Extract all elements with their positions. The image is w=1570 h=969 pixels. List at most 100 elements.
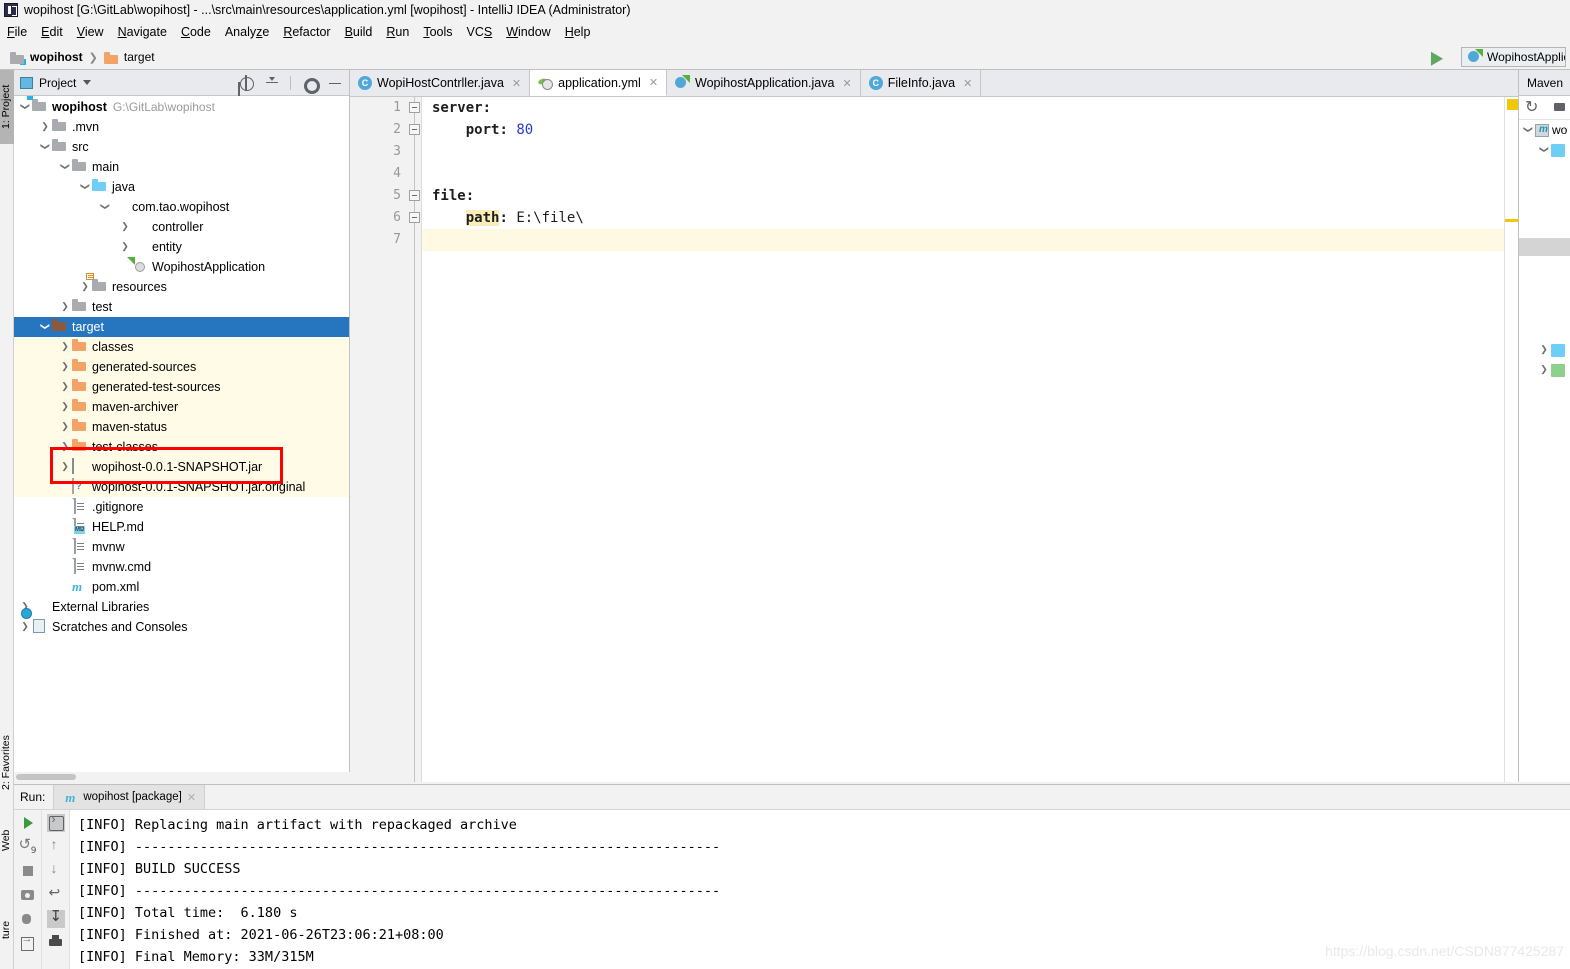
menu-file[interactable]: File bbox=[0, 23, 34, 41]
code-folding-rail[interactable] bbox=[408, 97, 422, 782]
refresh-icon[interactable] bbox=[1525, 97, 1541, 117]
close-icon[interactable]: ✕ bbox=[842, 77, 851, 90]
fold-marker-line-2[interactable] bbox=[409, 124, 420, 135]
chevron-right-icon[interactable] bbox=[58, 442, 72, 452]
tree-row-wopihost-0.0.1-snapshot.jar[interactable]: wopihost-0.0.1-SNAPSHOT.jar bbox=[14, 457, 349, 477]
rerun-failed-icon[interactable] bbox=[19, 835, 37, 856]
tree-row-external-libraries[interactable]: External Libraries bbox=[14, 597, 349, 617]
maven-tree-row[interactable]: wo bbox=[1519, 120, 1570, 140]
chevron-right-icon[interactable] bbox=[118, 242, 132, 252]
gear-icon[interactable] bbox=[301, 75, 320, 94]
close-icon[interactable]: ✕ bbox=[512, 77, 521, 90]
exit-icon[interactable] bbox=[19, 933, 37, 952]
tree-row-classes[interactable]: classes bbox=[14, 337, 349, 357]
tree-row-wopihost[interactable]: wopihost G:\GitLab\wopihost bbox=[14, 96, 349, 117]
code-line-5[interactable]: file: bbox=[422, 185, 1518, 207]
chevron-right-icon[interactable] bbox=[58, 422, 72, 432]
editor-tab-wopihostcontrller-java[interactable]: WopiHostContrller.java ✕ bbox=[350, 70, 531, 96]
code-editor[interactable]: 1 2 3 4 5 6 7 server: port: 80 file: path: E:\… bbox=[350, 97, 1518, 782]
close-icon[interactable]: ✕ bbox=[187, 791, 196, 804]
fold-marker-line-5[interactable] bbox=[409, 190, 420, 201]
chevron-right-icon[interactable] bbox=[118, 222, 132, 232]
build-hammer-icon[interactable] bbox=[1425, 49, 1445, 65]
chevron-right-icon[interactable] bbox=[1537, 365, 1551, 375]
code-line-6[interactable]: path: E:\file\ bbox=[422, 207, 1518, 229]
menu-tools[interactable]: Tools bbox=[416, 23, 459, 41]
tree-row-generated-test-sources[interactable]: generated-test-sources bbox=[14, 377, 349, 397]
project-tree[interactable]: wopihost G:\GitLab\wopihost .mvn srcmain jav… bbox=[14, 96, 349, 781]
chevron-right-icon[interactable] bbox=[78, 282, 92, 292]
maven-tree-row[interactable] bbox=[1519, 340, 1570, 360]
close-icon[interactable]: ✕ bbox=[649, 76, 658, 89]
menu-window[interactable]: Window bbox=[499, 23, 557, 41]
run-configuration-selector[interactable]: WopihostApplic bbox=[1461, 47, 1566, 67]
menu-help[interactable]: Help bbox=[558, 23, 598, 41]
locate-icon[interactable] bbox=[238, 74, 254, 91]
tree-row-maven-status[interactable]: maven-status bbox=[14, 417, 349, 437]
code-line-7[interactable] bbox=[422, 229, 1518, 251]
tree-row-com.tao.wopihost[interactable]: com.tao.wopihost bbox=[14, 197, 349, 217]
maven-tree-row[interactable] bbox=[1519, 140, 1570, 160]
editor-tab-application-yml[interactable]: application.yml ✕ bbox=[530, 70, 668, 96]
tree-row-test-classes[interactable]: test-classes bbox=[14, 437, 349, 457]
tree-row-maven-archiver[interactable]: maven-archiver bbox=[14, 397, 349, 417]
tree-row-generated-sources[interactable]: generated-sources bbox=[14, 357, 349, 377]
tree-row-wopihost-0.0.1-snapshot.jar.original[interactable]: wopihost-0.0.1-SNAPSHOT.jar.original bbox=[14, 477, 349, 497]
project-horizontal-scrollbar[interactable] bbox=[14, 772, 350, 782]
editor-tab-bar[interactable]: WopiHostContrller.java✕application.yml✕W… bbox=[350, 70, 1518, 97]
tool-window-button-favorites[interactable]: 2: Favorites bbox=[0, 720, 14, 806]
chevron-right-icon[interactable] bbox=[58, 362, 72, 372]
breadcrumb-wopihost[interactable]: wopihost bbox=[8, 50, 85, 65]
menu-refactor[interactable]: Refactor bbox=[276, 23, 337, 41]
run-tab-wopihost-package[interactable]: m wopihost [package] ✕ bbox=[53, 785, 206, 809]
code-line-3[interactable] bbox=[422, 141, 1518, 163]
tree-row-.mvn[interactable]: .mvn bbox=[14, 117, 349, 137]
tool-window-button-web[interactable]: Web bbox=[0, 818, 14, 862]
chevron-right-icon[interactable] bbox=[58, 402, 72, 412]
collapse-all-icon[interactable] bbox=[264, 75, 280, 91]
tree-row-mvnw[interactable]: mvnw bbox=[14, 537, 349, 557]
print-icon[interactable] bbox=[47, 934, 65, 952]
tree-row-help.md[interactable]: MD HELP.md bbox=[14, 517, 349, 537]
chevron-right-icon[interactable] bbox=[58, 382, 72, 392]
chevron-down-icon[interactable] bbox=[58, 162, 72, 172]
scroll-to-end-icon[interactable] bbox=[46, 907, 65, 928]
menu-build[interactable]: Build bbox=[338, 23, 380, 41]
chevron-right-icon[interactable] bbox=[1537, 345, 1551, 355]
chevron-down-icon[interactable] bbox=[98, 202, 112, 212]
chevron-down-icon[interactable] bbox=[38, 142, 52, 152]
chevron-down-icon[interactable] bbox=[18, 102, 32, 112]
tree-row-scratches-and-consoles[interactable]: Scratches and Consoles bbox=[14, 617, 349, 637]
tree-row-src[interactable]: src bbox=[14, 137, 349, 157]
chevron-down-icon[interactable] bbox=[83, 80, 92, 85]
tree-row-resources[interactable]: resources bbox=[14, 273, 349, 297]
maven-tree-row[interactable] bbox=[1519, 360, 1570, 380]
editor-tab-wopihostapplication-java[interactable]: WopihostApplication.java ✕ bbox=[667, 70, 861, 96]
tree-row-.gitignore[interactable]: .gitignore bbox=[14, 497, 349, 517]
chevron-right-icon[interactable] bbox=[58, 342, 72, 352]
maven-tree[interactable]: wo bbox=[1519, 120, 1570, 160]
menu-navigate[interactable]: Navigate bbox=[111, 23, 174, 41]
code-line-2[interactable]: port: 80 bbox=[422, 119, 1518, 141]
fold-marker-line-6[interactable] bbox=[409, 212, 420, 223]
chevron-down-icon[interactable] bbox=[1521, 125, 1535, 135]
chevron-right-icon[interactable] bbox=[38, 122, 52, 132]
warning-marker[interactable] bbox=[1507, 99, 1518, 110]
breadcrumb-target[interactable]: target bbox=[102, 50, 157, 64]
tree-row-mvnw.cmd[interactable]: mvnw.cmd bbox=[14, 557, 349, 577]
code-line-4[interactable] bbox=[422, 163, 1518, 185]
chevron-right-icon[interactable] bbox=[58, 462, 72, 472]
debug-icon[interactable] bbox=[19, 910, 37, 928]
tree-row-main[interactable]: main bbox=[14, 157, 349, 177]
chevron-down-icon[interactable] bbox=[1537, 145, 1551, 155]
menu-vcs[interactable]: VCS bbox=[460, 23, 500, 41]
chevron-down-icon[interactable] bbox=[78, 182, 92, 192]
tree-row-target[interactable]: target bbox=[14, 317, 349, 337]
hide-icon[interactable] bbox=[327, 75, 343, 91]
add-maven-project-icon[interactable] bbox=[1553, 100, 1569, 116]
editor-marker-rail[interactable] bbox=[1504, 97, 1518, 782]
tree-row-wopihostapplication[interactable]: WopihostApplication bbox=[14, 257, 349, 277]
chevron-right-icon[interactable] bbox=[18, 622, 32, 632]
menu-analyze[interactable]: Analyze bbox=[218, 23, 276, 41]
console-output[interactable]: [INFO] Replacing main artifact with repa… bbox=[70, 810, 1570, 969]
